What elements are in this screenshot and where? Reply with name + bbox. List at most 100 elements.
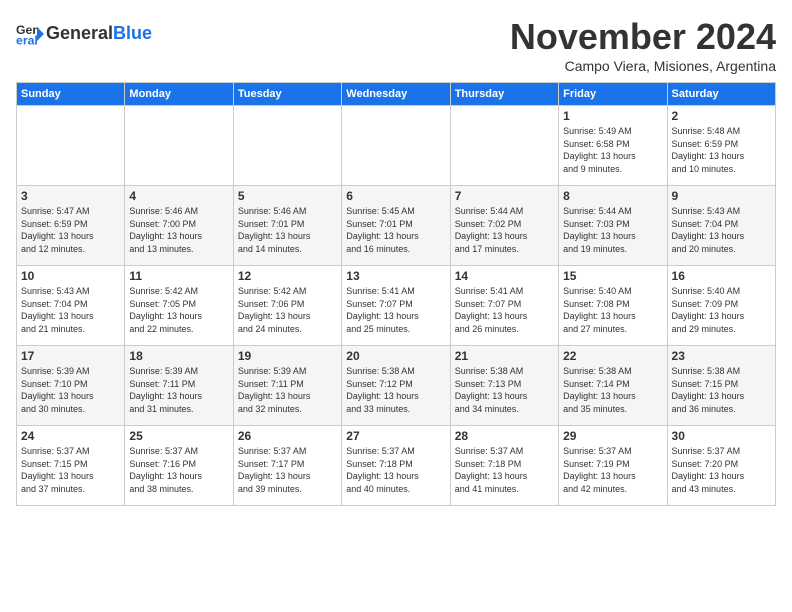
cell-info: Sunrise: 5:39 AM Sunset: 7:10 PM Dayligh… [21, 365, 120, 415]
calendar-cell: 4 Sunrise: 5:46 AM Sunset: 7:00 PM Daylig… [125, 186, 233, 266]
calendar-cell: 16 Sunrise: 5:40 AM Sunset: 7:09 PM Dayli… [667, 266, 775, 346]
cell-info: Sunrise: 5:46 AM Sunset: 7:01 PM Dayligh… [238, 205, 337, 255]
calendar-header-row: SundayMondayTuesdayWednesdayThursdayFrid… [17, 83, 776, 106]
day-number: 14 [455, 269, 554, 283]
day-number: 29 [563, 429, 662, 443]
cell-info: Sunrise: 5:38 AM Sunset: 7:13 PM Dayligh… [455, 365, 554, 415]
logo-icon: Gen eral [16, 20, 44, 48]
calendar-cell: 22Sunrise: 5:38 AM Sunset: 7:14 PM Dayli… [559, 346, 667, 426]
month-title: November 2024 [510, 16, 776, 58]
cell-info: Sunrise: 5:37 AM Sunset: 7:15 PM Dayligh… [21, 445, 120, 495]
cell-info: Sunrise: 5:38 AM Sunset: 7:12 PM Dayligh… [346, 365, 445, 415]
cell-info: Sunrise: 5:44 AM Sunset: 7:03 PM Dayligh… [563, 205, 662, 255]
day-number: 20 [346, 349, 445, 363]
calendar-cell: 23Sunrise: 5:38 AM Sunset: 7:15 PM Dayli… [667, 346, 775, 426]
day-number: 23 [672, 349, 771, 363]
day-number: 7 [455, 189, 554, 203]
day-number: 2 [672, 109, 771, 123]
day-number: 1 [563, 109, 662, 123]
calendar-cell: 8 Sunrise: 5:44 AM Sunset: 7:03 PM Daylig… [559, 186, 667, 266]
day-number: 11 [129, 269, 228, 283]
day-header-monday: Monday [125, 83, 233, 106]
day-header-tuesday: Tuesday [233, 83, 341, 106]
cell-info: Sunrise: 5:41 AM Sunset: 7:07 PM Dayligh… [346, 285, 445, 335]
calendar-cell [233, 106, 341, 186]
calendar-cell: 6Sunrise: 5:45 AM Sunset: 7:01 PM Daylig… [342, 186, 450, 266]
calendar-cell: 17Sunrise: 5:39 AM Sunset: 7:10 PM Dayli… [17, 346, 125, 426]
cell-info: Sunrise: 5:48 AM Sunset: 6:59 PM Dayligh… [672, 125, 771, 175]
day-number: 21 [455, 349, 554, 363]
week-row-5: 24 Sunrise: 5:37 AM Sunset: 7:15 PM Dayli… [17, 426, 776, 506]
cell-info: Sunrise: 5:37 AM Sunset: 7:17 PM Dayligh… [238, 445, 337, 495]
cell-info: Sunrise: 5:42 AM Sunset: 7:06 PM Dayligh… [238, 285, 337, 335]
day-header-saturday: Saturday [667, 83, 775, 106]
day-number: 8 [563, 189, 662, 203]
cell-info: Sunrise: 5:44 AM Sunset: 7:02 PM Dayligh… [455, 205, 554, 255]
day-number: 30 [672, 429, 771, 443]
cell-info: Sunrise: 5:37 AM Sunset: 7:18 PM Dayligh… [346, 445, 445, 495]
day-number: 25 [129, 429, 228, 443]
week-row-4: 17Sunrise: 5:39 AM Sunset: 7:10 PM Dayli… [17, 346, 776, 426]
calendar-body: 1 Sunrise: 5:49 AM Sunset: 6:58 PM Daylig… [17, 106, 776, 506]
calendar-cell: 21 Sunrise: 5:38 AM Sunset: 7:13 PM Dayli… [450, 346, 558, 426]
calendar-cell: 2 Sunrise: 5:48 AM Sunset: 6:59 PM Daylig… [667, 106, 775, 186]
cell-info: Sunrise: 5:43 AM Sunset: 7:04 PM Dayligh… [672, 205, 771, 255]
day-number: 18 [129, 349, 228, 363]
calendar-cell: 27Sunrise: 5:37 AM Sunset: 7:18 PM Dayli… [342, 426, 450, 506]
calendar-cell: 5 Sunrise: 5:46 AM Sunset: 7:01 PM Daylig… [233, 186, 341, 266]
calendar-cell: 1 Sunrise: 5:49 AM Sunset: 6:58 PM Daylig… [559, 106, 667, 186]
day-header-friday: Friday [559, 83, 667, 106]
logo-text: GeneralBlue [46, 24, 152, 44]
day-number: 4 [129, 189, 228, 203]
calendar-cell: 13 Sunrise: 5:41 AM Sunset: 7:07 PM Dayli… [342, 266, 450, 346]
calendar-cell: 26 Sunrise: 5:37 AM Sunset: 7:17 PM Dayli… [233, 426, 341, 506]
week-row-3: 10Sunrise: 5:43 AM Sunset: 7:04 PM Dayli… [17, 266, 776, 346]
logo: Gen eral GeneralBlue [16, 20, 152, 48]
location-title: Campo Viera, Misiones, Argentina [510, 58, 776, 74]
calendar-cell: 15Sunrise: 5:40 AM Sunset: 7:08 PM Dayli… [559, 266, 667, 346]
day-number: 13 [346, 269, 445, 283]
cell-info: Sunrise: 5:41 AM Sunset: 7:07 PM Dayligh… [455, 285, 554, 335]
title-section: November 2024 Campo Viera, Misiones, Arg… [510, 16, 776, 74]
calendar-table: SundayMondayTuesdayWednesdayThursdayFrid… [16, 82, 776, 506]
day-number: 5 [238, 189, 337, 203]
cell-info: Sunrise: 5:42 AM Sunset: 7:05 PM Dayligh… [129, 285, 228, 335]
day-header-wednesday: Wednesday [342, 83, 450, 106]
cell-info: Sunrise: 5:46 AM Sunset: 7:00 PM Dayligh… [129, 205, 228, 255]
day-number: 3 [21, 189, 120, 203]
header: Gen eral GeneralBlue November 2024 Campo… [16, 16, 776, 74]
calendar-cell: 29 Sunrise: 5:37 AM Sunset: 7:19 PM Dayli… [559, 426, 667, 506]
calendar-cell: 3Sunrise: 5:47 AM Sunset: 6:59 PM Daylig… [17, 186, 125, 266]
cell-info: Sunrise: 5:37 AM Sunset: 7:18 PM Dayligh… [455, 445, 554, 495]
day-number: 15 [563, 269, 662, 283]
calendar-cell: 30 Sunrise: 5:37 AM Sunset: 7:20 PM Dayli… [667, 426, 775, 506]
calendar-cell: 14 Sunrise: 5:41 AM Sunset: 7:07 PM Dayli… [450, 266, 558, 346]
cell-info: Sunrise: 5:40 AM Sunset: 7:09 PM Dayligh… [672, 285, 771, 335]
day-number: 28 [455, 429, 554, 443]
calendar-cell: 9 Sunrise: 5:43 AM Sunset: 7:04 PM Daylig… [667, 186, 775, 266]
cell-info: Sunrise: 5:37 AM Sunset: 7:16 PM Dayligh… [129, 445, 228, 495]
cell-info: Sunrise: 5:37 AM Sunset: 7:20 PM Dayligh… [672, 445, 771, 495]
calendar-cell: 10Sunrise: 5:43 AM Sunset: 7:04 PM Dayli… [17, 266, 125, 346]
calendar-cell: 25 Sunrise: 5:37 AM Sunset: 7:16 PM Dayli… [125, 426, 233, 506]
calendar-cell [450, 106, 558, 186]
cell-info: Sunrise: 5:45 AM Sunset: 7:01 PM Dayligh… [346, 205, 445, 255]
week-row-1: 1 Sunrise: 5:49 AM Sunset: 6:58 PM Daylig… [17, 106, 776, 186]
svg-text:eral: eral [16, 34, 38, 48]
cell-info: Sunrise: 5:37 AM Sunset: 7:19 PM Dayligh… [563, 445, 662, 495]
calendar-cell: 18 Sunrise: 5:39 AM Sunset: 7:11 PM Dayli… [125, 346, 233, 426]
calendar-cell: 7 Sunrise: 5:44 AM Sunset: 7:02 PM Daylig… [450, 186, 558, 266]
cell-info: Sunrise: 5:49 AM Sunset: 6:58 PM Dayligh… [563, 125, 662, 175]
calendar-cell [342, 106, 450, 186]
cell-info: Sunrise: 5:39 AM Sunset: 7:11 PM Dayligh… [129, 365, 228, 415]
cell-info: Sunrise: 5:39 AM Sunset: 7:11 PM Dayligh… [238, 365, 337, 415]
day-header-sunday: Sunday [17, 83, 125, 106]
day-number: 26 [238, 429, 337, 443]
day-number: 24 [21, 429, 120, 443]
day-number: 12 [238, 269, 337, 283]
day-number: 16 [672, 269, 771, 283]
day-number: 9 [672, 189, 771, 203]
day-number: 10 [21, 269, 120, 283]
calendar-cell: 19Sunrise: 5:39 AM Sunset: 7:11 PM Dayli… [233, 346, 341, 426]
week-row-2: 3Sunrise: 5:47 AM Sunset: 6:59 PM Daylig… [17, 186, 776, 266]
